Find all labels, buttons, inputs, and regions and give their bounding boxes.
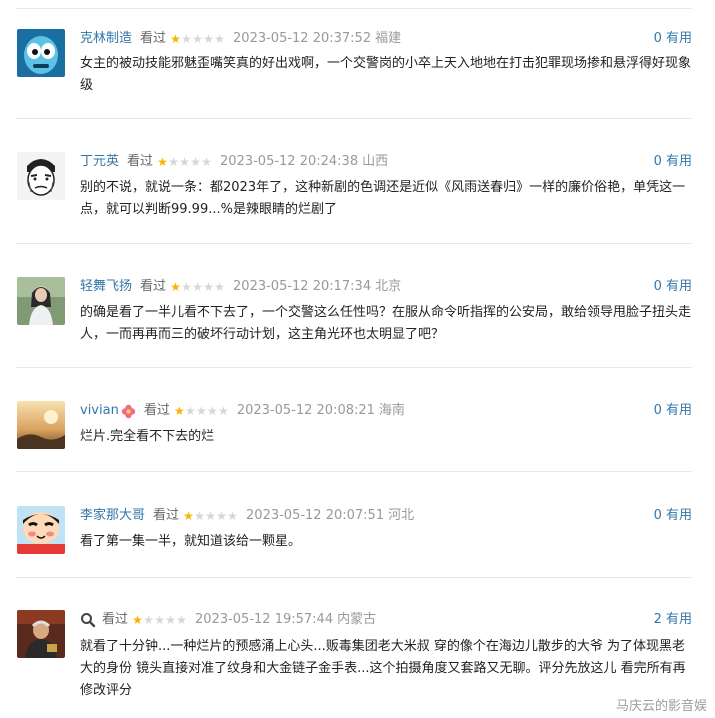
star-empty-icon: ★ bbox=[168, 155, 179, 169]
review-date: 2023-05-12 20:17:34 bbox=[233, 279, 372, 294]
useful-vote-button[interactable]: 0 有用 bbox=[654, 506, 692, 526]
star-empty-icon: ★ bbox=[181, 32, 192, 46]
review-location: 内蒙古 bbox=[337, 612, 377, 627]
useful-vote-button[interactable]: 0 有用 bbox=[654, 401, 692, 421]
useful-vote-button[interactable]: 0 有用 bbox=[654, 277, 692, 297]
star-empty-icon: ★ bbox=[184, 404, 196, 418]
search-icon[interactable] bbox=[80, 612, 96, 628]
divider bbox=[16, 8, 692, 9]
watermark: 马庆云的影音娱 bbox=[615, 699, 707, 714]
watch-status: 看过 bbox=[140, 279, 167, 294]
star-rating: ★ ★ ★ ★ ★ bbox=[132, 610, 187, 630]
divider bbox=[16, 243, 692, 244]
review-location: 北京 bbox=[375, 279, 402, 294]
review-date: 2023-05-12 20:37:52 bbox=[233, 31, 372, 46]
review-meta: vivian 看过 ★ ★ ★ ★ ★ 2023-05-12 20:08:21 海南 bbox=[80, 401, 405, 421]
user-avatar[interactable] bbox=[17, 29, 65, 77]
star-empty-icon: ★ bbox=[192, 32, 203, 46]
star-rating: ★ ★ ★ ★ ★ bbox=[170, 29, 225, 49]
star-empty-icon: ★ bbox=[216, 509, 227, 523]
user-avatar[interactable] bbox=[17, 401, 65, 449]
star-filled-icon: ★ bbox=[132, 613, 143, 627]
watch-status: 看过 bbox=[153, 508, 180, 523]
star-filled-icon: ★ bbox=[170, 280, 181, 294]
star-filled-icon: ★ bbox=[173, 404, 185, 418]
review-meta: 李家那大哥 看过 ★ ★ ★ ★ ★ 2023-05-12 20:07:51 河北 bbox=[80, 506, 414, 526]
star-empty-icon: ★ bbox=[217, 404, 229, 418]
star-empty-icon: ★ bbox=[227, 509, 238, 523]
star-empty-icon: ★ bbox=[176, 613, 187, 627]
watch-status: 看过 bbox=[143, 403, 170, 418]
divider bbox=[16, 118, 692, 119]
divider bbox=[16, 471, 692, 472]
star-empty-icon: ★ bbox=[179, 155, 190, 169]
username-link[interactable]: 克林制造 bbox=[80, 29, 132, 49]
username-link[interactable]: 丁元英 bbox=[80, 152, 119, 172]
useful-vote-button[interactable]: 2 有用 bbox=[654, 610, 692, 630]
star-rating: ★ ★ ★ ★ ★ bbox=[170, 277, 225, 297]
review-text: 别的不说，就说一条：都2023年了，这种新剧的色调还是近似《风雨送春归》一样的廉… bbox=[80, 180, 686, 217]
review-location: 海南 bbox=[378, 403, 405, 418]
review-location: 河北 bbox=[388, 508, 415, 523]
divider bbox=[16, 577, 692, 578]
star-empty-icon: ★ bbox=[143, 613, 154, 627]
star-empty-icon: ★ bbox=[201, 155, 212, 169]
star-rating: ★ ★ ★ ★ ★ bbox=[157, 152, 212, 172]
username-link[interactable]: vivian bbox=[80, 401, 119, 421]
review-date: 2023-05-12 19:57:44 bbox=[195, 612, 334, 627]
star-empty-icon: ★ bbox=[194, 509, 205, 523]
review-date: 2023-05-12 20:07:51 bbox=[246, 508, 385, 523]
star-empty-icon: ★ bbox=[195, 404, 207, 418]
useful-vote-button[interactable]: 0 有用 bbox=[654, 152, 692, 172]
star-rating: ★ ★ ★ ★ ★ bbox=[174, 401, 229, 421]
star-empty-icon: ★ bbox=[214, 32, 225, 46]
star-empty-icon: ★ bbox=[205, 509, 216, 523]
star-empty-icon: ★ bbox=[154, 613, 165, 627]
star-empty-icon: ★ bbox=[192, 280, 203, 294]
star-empty-icon: ★ bbox=[203, 280, 214, 294]
user-avatar[interactable] bbox=[17, 610, 65, 658]
review-date: 2023-05-12 20:08:21 bbox=[236, 403, 375, 418]
review-meta: 看过 ★ ★ ★ ★ ★ 2023-05-12 19:57:44 内蒙古 bbox=[80, 610, 376, 630]
star-empty-icon: ★ bbox=[206, 404, 218, 418]
review-text: 的确是看了一半儿看不下去了，一个交警这么任性吗？在服从命令听指挥的公安局，敢给领… bbox=[80, 305, 692, 342]
star-filled-icon: ★ bbox=[157, 155, 168, 169]
star-empty-icon: ★ bbox=[190, 155, 201, 169]
user-avatar[interactable] bbox=[17, 152, 65, 200]
star-empty-icon: ★ bbox=[203, 32, 214, 46]
review-date: 2023-05-12 20:24:38 bbox=[220, 154, 359, 169]
flower-emoji-icon bbox=[121, 404, 136, 419]
review-location: 山西 bbox=[362, 154, 389, 169]
star-filled-icon: ★ bbox=[183, 509, 194, 523]
review-meta: 克林制造 看过 ★ ★ ★ ★ ★ 2023-05-12 20:37:52 福建 bbox=[80, 29, 401, 49]
watch-status: 看过 bbox=[102, 612, 129, 627]
review-meta: 丁元英 看过 ★ ★ ★ ★ ★ 2023-05-12 20:24:38 山西 bbox=[80, 152, 388, 172]
user-avatar[interactable] bbox=[17, 506, 65, 554]
user-avatar[interactable] bbox=[17, 277, 65, 325]
review-location: 福建 bbox=[375, 31, 402, 46]
review-text: 看了第一集一半，就知道该给一颗星。 bbox=[80, 534, 302, 549]
username-link[interactable]: 轻舞飞扬 bbox=[80, 277, 132, 297]
star-rating: ★ ★ ★ ★ ★ bbox=[183, 506, 238, 526]
star-filled-icon: ★ bbox=[170, 32, 181, 46]
useful-vote-button[interactable]: 0 有用 bbox=[654, 29, 692, 49]
watch-status: 看过 bbox=[127, 154, 154, 169]
username-link[interactable]: 李家那大哥 bbox=[80, 506, 145, 526]
review-meta: 轻舞飞扬 看过 ★ ★ ★ ★ ★ 2023-05-12 20:17:34 北京 bbox=[80, 277, 401, 297]
divider bbox=[16, 367, 692, 368]
review-text: 就看了十分钟...一种烂片的预感涌上心头...贩毒集团老大米叔 穿的像个在海边儿… bbox=[80, 639, 686, 698]
watch-status: 看过 bbox=[140, 31, 167, 46]
star-empty-icon: ★ bbox=[165, 613, 176, 627]
review-text: 女主的被动技能邪魅歪嘴笑真的好出戏啊，一个交警岗的小卒上天入地地在打击犯罪现场掺… bbox=[80, 56, 692, 93]
review-text: 烂片.完全看不下去的烂 bbox=[80, 429, 215, 444]
star-empty-icon: ★ bbox=[214, 280, 225, 294]
star-empty-icon: ★ bbox=[181, 280, 192, 294]
